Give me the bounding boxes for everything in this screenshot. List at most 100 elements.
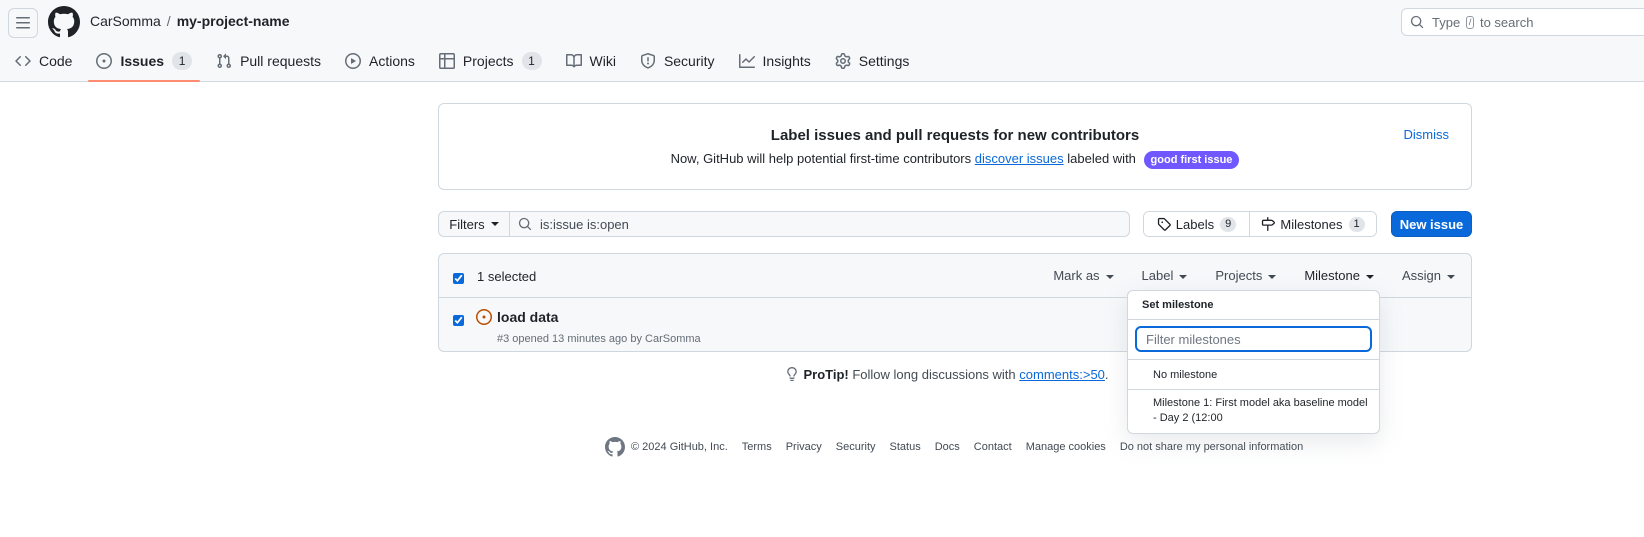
banner-text-after: labeled with <box>1067 151 1136 166</box>
issue-filter-bar: Filters <box>438 211 1130 237</box>
footer: © 2024 GitHub, Inc. Terms Privacy Securi… <box>605 437 1317 457</box>
caret-down-icon <box>1268 274 1277 279</box>
tab-label: Actions <box>369 53 415 69</box>
bulk-actions: Mark as Label Projects Milestone Assign <box>1025 268 1455 283</box>
git-pull-request-icon <box>217 53 232 69</box>
play-icon <box>345 53 361 69</box>
protip-link[interactable]: comments:>50 <box>1019 367 1105 382</box>
new-contributors-banner: Label issues and pull requests for new c… <box>438 103 1472 190</box>
tab-issues[interactable]: Issues 1 <box>88 46 200 82</box>
light-bulb-icon <box>787 367 798 381</box>
issue-meta-text: #3 opened 13 minutes ago by <box>497 333 642 345</box>
labels-label: Labels <box>1175 216 1215 232</box>
issue-title-link[interactable]: load data <box>497 309 558 325</box>
issue-opened-icon <box>476 309 492 325</box>
tab-label: Settings <box>858 53 910 69</box>
search-shortcut-key: / <box>1465 15 1475 29</box>
tab-label: Issues <box>120 53 165 69</box>
footer-link-manage-cookies[interactable]: Manage cookies <box>1026 441 1106 453</box>
gear-icon <box>835 53 851 69</box>
issues-count-badge: 1 <box>172 52 193 70</box>
filters-dropdown-button[interactable]: Filters <box>438 211 509 237</box>
tab-actions[interactable]: Actions <box>337 46 423 76</box>
projects-dropdown[interactable]: Projects <box>1215 268 1277 283</box>
banner-text: Now, GitHub will help potential first-ti… <box>439 151 1471 169</box>
footer-link-contact[interactable]: Contact <box>974 441 1012 453</box>
footer-link-do-not-share[interactable]: Do not share my personal information <box>1120 441 1303 453</box>
mark-as-dropdown[interactable]: Mark as <box>1053 268 1114 283</box>
search-icon <box>518 217 532 231</box>
menu-item-milestone-1[interactable]: Milestone 1: First model aka baseline mo… <box>1128 390 1379 426</box>
select-all-checkbox[interactable] <box>453 273 464 284</box>
tab-security[interactable]: Security <box>632 46 723 76</box>
menu-title: Set milestone <box>1128 291 1379 320</box>
filters-label: Filters <box>449 216 485 232</box>
caret-down-icon <box>1179 274 1188 279</box>
shield-icon <box>640 53 655 69</box>
issue-opened-icon <box>96 53 113 69</box>
menu-icon[interactable] <box>8 8 38 38</box>
projects-count-badge: 1 <box>521 52 542 70</box>
tab-code[interactable]: Code <box>7 46 80 76</box>
milestones-button[interactable]: Milestones 1 <box>1250 212 1376 236</box>
selected-count: 1 selected <box>477 269 537 284</box>
tab-pull-requests[interactable]: Pull requests <box>208 46 329 76</box>
footer-link-privacy[interactable]: Privacy <box>786 441 822 453</box>
issue-checkbox[interactable] <box>453 315 464 326</box>
assign-dropdown[interactable]: Assign <box>1402 268 1455 283</box>
good-first-issue-label[interactable]: good first issue <box>1143 151 1240 169</box>
footer-link-status[interactable]: Status <box>890 441 921 453</box>
footer-link-terms[interactable]: Terms <box>742 441 772 453</box>
labels-button[interactable]: Labels 9 <box>1144 212 1250 236</box>
label-dropdown[interactable]: Label <box>1142 268 1188 283</box>
protip-label: ProTip! <box>803 367 849 382</box>
menu-item-no-milestone[interactable]: No milestone <box>1128 360 1379 390</box>
protip-end: . <box>1104 367 1109 382</box>
tag-icon <box>1157 217 1171 231</box>
footer-link-security[interactable]: Security <box>836 441 876 453</box>
menu-filter-wrap <box>1128 320 1379 360</box>
caret-down-icon <box>1105 274 1114 279</box>
breadcrumb: CarSomma / my-project-name <box>90 12 290 30</box>
filter-milestones-input[interactable] <box>1135 326 1372 352</box>
milestone-select-menu: Set milestone No milestone Milestone 1: … <box>1127 290 1380 434</box>
code-icon <box>15 55 31 67</box>
graph-icon <box>738 54 755 68</box>
github-logo-icon[interactable] <box>47 6 80 38</box>
footer-copyright: © 2024 GitHub, Inc. <box>631 441 728 453</box>
github-logo-icon[interactable] <box>605 437 625 457</box>
tab-projects[interactable]: Projects 1 <box>431 46 550 76</box>
caret-down-icon <box>1365 274 1374 279</box>
new-issue-button[interactable]: New issue <box>1391 211 1472 237</box>
table-icon <box>438 53 455 69</box>
tab-settings[interactable]: Settings <box>827 46 918 76</box>
labels-milestones-group: Labels 9 Milestones 1 <box>1143 211 1377 237</box>
protip-text: Follow long discussions with <box>852 367 1016 382</box>
repo-owner-link[interactable]: CarSomma <box>90 13 161 29</box>
issue-search-input[interactable] <box>540 216 1080 232</box>
tab-wiki[interactable]: Wiki <box>558 46 624 76</box>
global-search-input[interactable]: Type / to search <box>1401 8 1644 36</box>
milestone-icon <box>1262 217 1276 231</box>
issue-meta: #3 opened 13 minutes ago by CarSomma <box>497 333 701 345</box>
app-header: CarSomma / my-project-name Type / to searc… <box>0 0 1644 82</box>
dismiss-button[interactable]: Dismiss <box>1404 127 1450 142</box>
banner-title: Label issues and pull requests for new c… <box>770 127 1140 144</box>
tab-label: Wiki <box>589 53 616 69</box>
breadcrumb-separator: / <box>166 13 171 29</box>
tab-insights[interactable]: Insights <box>731 46 819 76</box>
issue-search-field[interactable] <box>509 211 1130 237</box>
tab-label: Code <box>39 53 73 69</box>
mark-as-label: Mark as <box>1053 268 1100 283</box>
milestone-dropdown[interactable]: Milestone <box>1304 268 1374 283</box>
caret-down-icon <box>1447 274 1455 279</box>
issue-author-link[interactable]: CarSomma <box>645 333 701 345</box>
repo-nav: Code Issues 1 Pull requests Actions Proj… <box>0 46 925 82</box>
caret-down-icon <box>490 222 499 226</box>
footer-link-docs[interactable]: Docs <box>935 441 960 453</box>
tab-label: Security <box>663 53 715 69</box>
tab-label: Pull requests <box>240 53 321 69</box>
repo-name-link[interactable]: my-project-name <box>177 13 290 29</box>
protip: ProTip! Follow long discussions with com… <box>0 367 1644 382</box>
discover-issues-link[interactable]: discover issues <box>975 151 1064 166</box>
